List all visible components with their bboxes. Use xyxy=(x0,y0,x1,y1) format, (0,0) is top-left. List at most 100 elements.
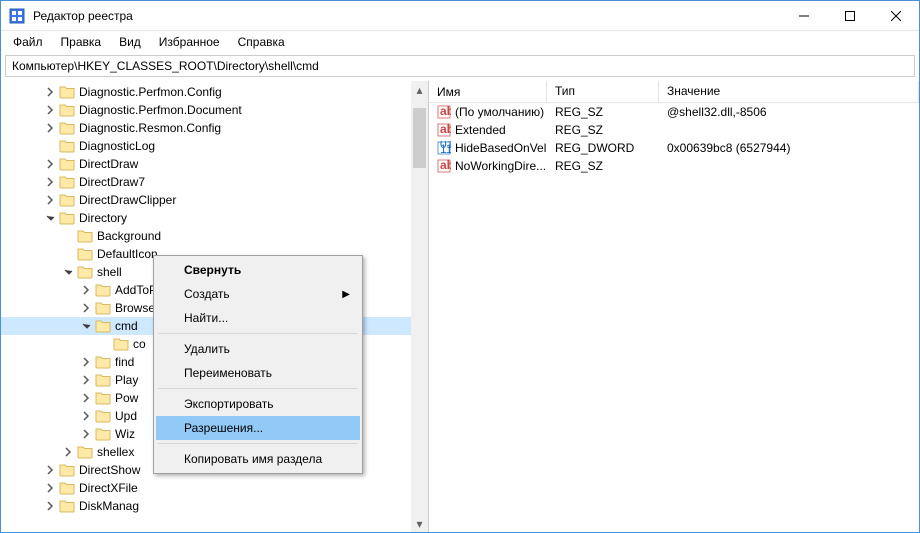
expander-icon[interactable] xyxy=(43,121,57,135)
tree-item-label: co xyxy=(133,337,146,351)
cell-value: 0x00639bc8 (6527944) xyxy=(659,141,919,155)
context-menu-item[interactable]: Переименовать xyxy=(156,361,360,385)
expander-icon[interactable] xyxy=(79,427,93,441)
expander-icon[interactable] xyxy=(43,481,57,495)
tree-item-label: Upd xyxy=(115,409,137,423)
expander-icon[interactable] xyxy=(79,355,93,369)
folder-icon xyxy=(95,355,111,369)
scroll-down-icon[interactable]: ▾ xyxy=(411,515,428,532)
close-button[interactable] xyxy=(873,1,919,31)
list-row[interactable]: ab(По умолчанию)REG_SZ@shell32.dll,-8506 xyxy=(429,103,919,121)
address-bar[interactable]: Компьютер\HKEY_CLASSES_ROOT\Directory\sh… xyxy=(5,55,915,77)
tree-item[interactable]: Diagnostic.Resmon.Config xyxy=(1,119,428,137)
tree-item-label: shellex xyxy=(97,445,134,459)
value-name: Extended xyxy=(455,123,506,137)
menu-favorites[interactable]: Избранное xyxy=(151,33,228,51)
tree-item[interactable]: DirectDraw xyxy=(1,155,428,173)
expander-icon[interactable] xyxy=(43,463,57,477)
expander-icon[interactable] xyxy=(79,409,93,423)
tree-item-label: DirectDraw xyxy=(79,157,138,171)
tree-item[interactable]: Background xyxy=(1,227,428,245)
expander-icon[interactable] xyxy=(61,445,75,459)
tree-item-label: cmd xyxy=(115,319,138,333)
cell-type: REG_SZ xyxy=(547,159,659,173)
tree-scrollbar[interactable]: ▴ ▾ xyxy=(411,81,428,532)
expander-icon[interactable] xyxy=(79,391,93,405)
context-menu-item[interactable]: Копировать имя раздела xyxy=(156,447,360,471)
context-menu-item-label: Переименовать xyxy=(184,366,272,380)
expander-icon[interactable] xyxy=(43,85,57,99)
tree-item[interactable]: DiskManag xyxy=(1,497,428,515)
tree-item-label: Directory xyxy=(79,211,127,225)
tree-item-label: shell xyxy=(97,265,122,279)
minimize-button[interactable] xyxy=(781,1,827,31)
header-value[interactable]: Значение xyxy=(659,81,919,102)
tree-item-label: DiagnosticLog xyxy=(79,139,155,153)
tree-item-label: DirectXFile xyxy=(79,481,138,495)
expander-icon[interactable] xyxy=(79,301,93,315)
context-menu: Свернуть Создать ▶ Найти... Удалить Переимено… xyxy=(153,255,363,474)
expander-empty xyxy=(43,139,57,153)
header-name[interactable]: Имя xyxy=(429,81,547,102)
expander-icon[interactable] xyxy=(43,175,57,189)
folder-icon xyxy=(95,373,111,387)
tree-item[interactable]: DirectXFile xyxy=(1,479,428,497)
tree-item[interactable]: Diagnostic.Perfmon.Document xyxy=(1,101,428,119)
header-type[interactable]: Тип xyxy=(547,81,659,102)
context-menu-item-label: Найти... xyxy=(184,311,228,325)
folder-icon xyxy=(59,85,75,99)
expander-icon[interactable] xyxy=(43,193,57,207)
folder-icon xyxy=(95,427,111,441)
tree-item[interactable]: Diagnostic.Perfmon.Config xyxy=(1,83,428,101)
folder-icon xyxy=(95,319,111,333)
expander-empty xyxy=(61,247,75,261)
folder-icon xyxy=(59,193,75,207)
tree-item[interactable]: DirectDrawClipper xyxy=(1,191,428,209)
context-menu-item[interactable]: Найти... xyxy=(156,306,360,330)
tree-item[interactable]: DirectDraw7 xyxy=(1,173,428,191)
expander-icon[interactable] xyxy=(61,265,75,279)
expander-icon[interactable] xyxy=(43,103,57,117)
tree-item-label: Diagnostic.Perfmon.Document xyxy=(79,103,242,117)
tree-item-label: Diagnostic.Perfmon.Config xyxy=(79,85,222,99)
menu-view[interactable]: Вид xyxy=(111,33,149,51)
context-menu-separator xyxy=(158,333,358,334)
folder-icon xyxy=(95,391,111,405)
menu-edit[interactable]: Правка xyxy=(53,33,110,51)
svg-text:110: 110 xyxy=(440,142,451,155)
context-menu-item[interactable]: Экспортировать xyxy=(156,392,360,416)
expander-icon[interactable] xyxy=(79,283,93,297)
context-menu-item[interactable]: Удалить xyxy=(156,337,360,361)
cell-name: abExtended xyxy=(429,123,547,137)
folder-icon xyxy=(95,283,111,297)
list-row[interactable]: abExtendedREG_SZ xyxy=(429,121,919,139)
folder-icon xyxy=(59,139,75,153)
menu-help[interactable]: Справка xyxy=(230,33,293,51)
list-header: Имя Тип Значение xyxy=(429,81,919,103)
expander-icon[interactable] xyxy=(79,319,93,333)
context-menu-item[interactable]: Свернуть xyxy=(156,258,360,282)
folder-icon xyxy=(59,121,75,135)
context-menu-item[interactable]: Создать ▶ xyxy=(156,282,360,306)
maximize-button[interactable] xyxy=(827,1,873,31)
cell-name: 011110HideBasedOnVel... xyxy=(429,141,547,155)
list-row[interactable]: 011110HideBasedOnVel...REG_DWORD0x00639b… xyxy=(429,139,919,157)
context-menu-item[interactable]: Разрешения... xyxy=(156,416,360,440)
submenu-arrow-icon: ▶ xyxy=(342,289,350,300)
menu-file[interactable]: Файл xyxy=(5,33,51,51)
context-menu-item-label: Копировать имя раздела xyxy=(184,452,322,466)
list-row[interactable]: abNoWorkingDire...REG_SZ xyxy=(429,157,919,175)
expander-icon[interactable] xyxy=(43,211,57,225)
tree-item[interactable]: DiagnosticLog xyxy=(1,137,428,155)
expander-icon[interactable] xyxy=(79,373,93,387)
context-menu-item-label: Создать xyxy=(184,287,230,301)
cell-value: @shell32.dll,-8506 xyxy=(659,105,919,119)
expander-icon[interactable] xyxy=(43,499,57,513)
cell-name: ab(По умолчанию) xyxy=(429,105,547,119)
tree-item-label: Diagnostic.Resmon.Config xyxy=(79,121,221,135)
folder-icon xyxy=(59,103,75,117)
tree-item[interactable]: Directory xyxy=(1,209,428,227)
expander-icon[interactable] xyxy=(43,157,57,171)
scroll-up-icon[interactable]: ▴ xyxy=(411,81,428,98)
folder-icon xyxy=(95,409,111,423)
